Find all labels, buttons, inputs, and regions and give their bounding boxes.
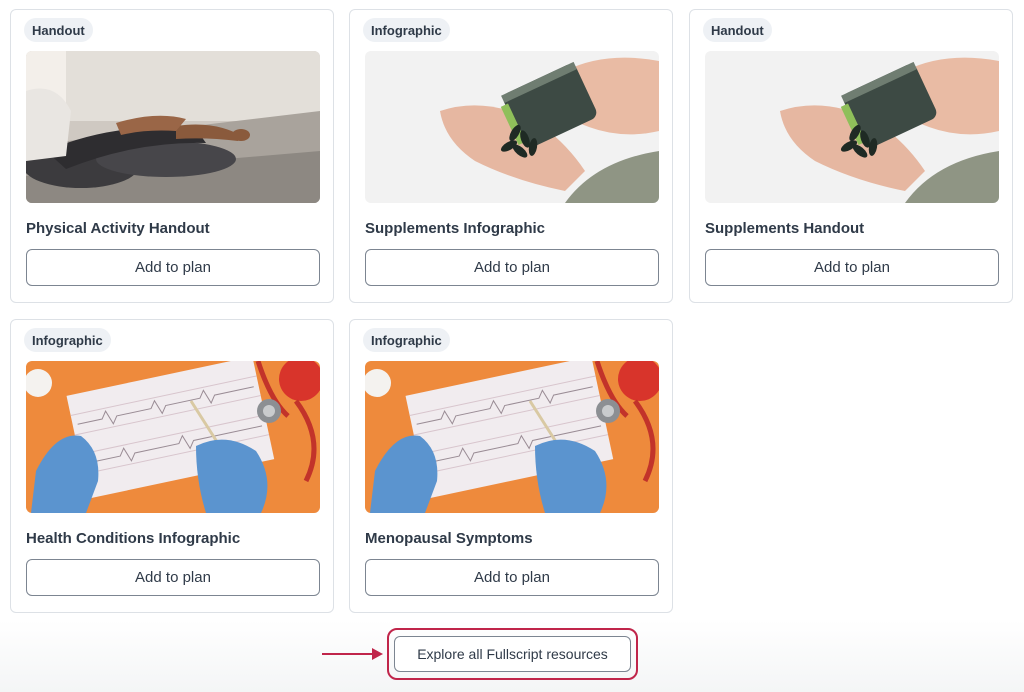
resource-card-health-conditions: Infographic Health Conditions Infographi… [10, 319, 334, 613]
add-to-plan-button[interactable]: Add to plan [365, 559, 659, 596]
resource-title: Health Conditions Infographic [26, 530, 241, 547]
ecg-chart-gloves-image [365, 361, 659, 513]
resource-title: Supplements Infographic [365, 220, 546, 237]
resource-type-badge: Handout [24, 18, 93, 42]
resource-card-physical-activity: Handout Physical Activity Handout Add to… [10, 9, 334, 303]
explore-button-highlight: Explore all Fullscript resources [387, 628, 638, 680]
ecg-chart-gloves-image [26, 361, 320, 513]
resource-card-menopausal-symptoms: Infographic Menopausal Symptoms Add to p… [349, 319, 673, 613]
resource-card-supplements-infographic: Infographic Supplements Infographic Add … [349, 9, 673, 303]
yoga-meditation-image [26, 51, 320, 203]
add-to-plan-button[interactable]: Add to plan [705, 249, 999, 286]
resource-type-badge: Handout [703, 18, 772, 42]
add-to-plan-button[interactable]: Add to plan [365, 249, 659, 286]
resource-card-supplements-handout: Handout Supplements Handout Add to plan [689, 9, 1013, 303]
resource-type-badge: Infographic [24, 328, 111, 352]
resource-type-badge: Infographic [363, 18, 450, 42]
resource-title: Menopausal Symptoms [365, 530, 533, 547]
arrow-right-icon [322, 648, 383, 660]
resource-title: Physical Activity Handout [26, 220, 210, 237]
explore-resources-button[interactable]: Explore all Fullscript resources [394, 636, 631, 672]
add-to-plan-button[interactable]: Add to plan [26, 559, 320, 596]
supplement-capsules-image [365, 51, 659, 203]
resource-title: Supplements Handout [705, 220, 865, 237]
supplement-capsules-image [705, 51, 999, 203]
add-to-plan-button[interactable]: Add to plan [26, 249, 320, 286]
resource-type-badge: Infographic [363, 328, 450, 352]
